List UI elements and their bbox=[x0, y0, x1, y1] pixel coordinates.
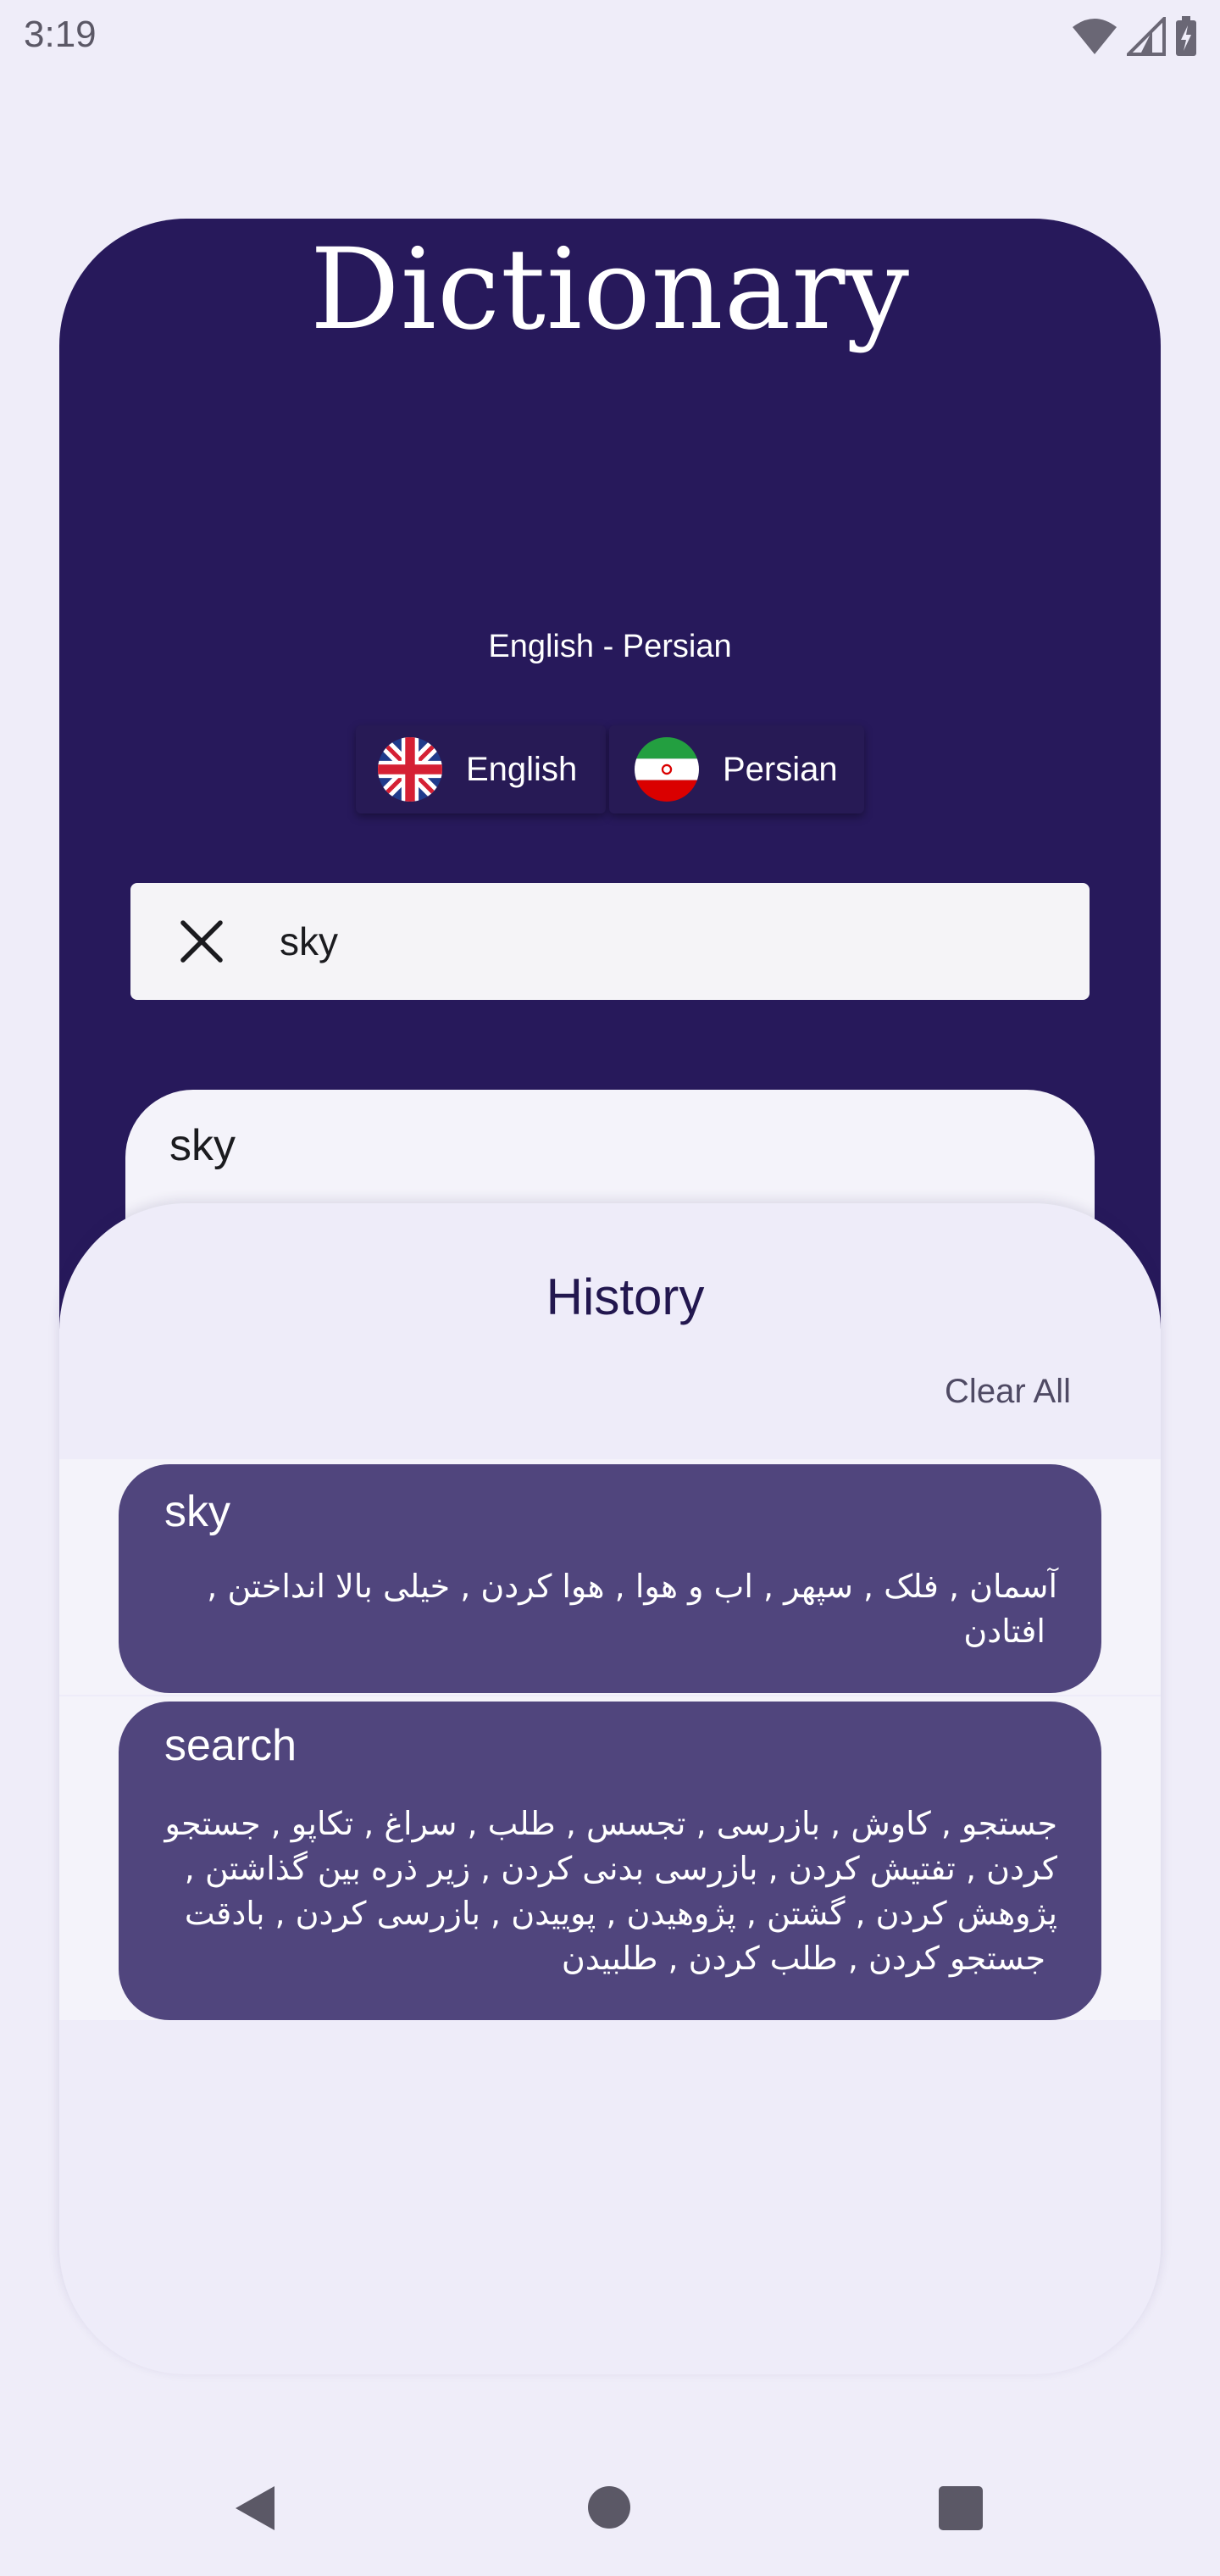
definition-line: کردن , تفتیش کردن , بازرسی بدنی کردن , ز… bbox=[184, 1850, 1057, 1887]
navigation-bar bbox=[0, 2457, 1220, 2576]
search-input[interactable] bbox=[278, 918, 1044, 965]
definition-line: جستجو کردن , طلب کردن , طلبیدن bbox=[561, 1940, 1045, 1977]
wifi-icon bbox=[1073, 19, 1117, 54]
history-item-sky[interactable]: sky آسمان , فلک , سپهر , اب و هوا , هوا … bbox=[119, 1464, 1101, 1693]
app-subtitle: English - Persian bbox=[488, 629, 732, 664]
close-icon[interactable] bbox=[178, 918, 225, 965]
cellular-signal-icon bbox=[1127, 17, 1166, 56]
battery-charging-icon bbox=[1176, 16, 1196, 56]
clear-all-button[interactable]: Clear All bbox=[945, 1373, 1071, 1411]
history-title: History bbox=[546, 1269, 705, 1325]
definition-line: آسمان , فلک , سپهر , اب و هوا , هوا کردن… bbox=[207, 1568, 1057, 1605]
home-icon[interactable] bbox=[586, 2484, 632, 2530]
english-language-label: English bbox=[466, 750, 578, 788]
language-toggle: English Persian bbox=[356, 725, 864, 813]
recents-icon[interactable] bbox=[937, 2484, 984, 2532]
definition-line: پژوهش کردن , گشتن , پژوهیدن , پوییدن , ب… bbox=[184, 1895, 1057, 1932]
english-language-button[interactable]: English bbox=[356, 725, 606, 813]
result-word: sky bbox=[169, 1121, 236, 1170]
status-bar: 3:19 bbox=[0, 0, 1220, 73]
definition-line: جستجو , کاوش , بازرسی , تجسس , طلب , سرا… bbox=[164, 1805, 1057, 1842]
definition-line: افتادن bbox=[963, 1613, 1045, 1650]
history-item-definition: جستجو , کاوش , بازرسی , تجسس , طلب , سرا… bbox=[165, 1802, 1057, 1981]
status-time: 3:19 bbox=[24, 14, 97, 55]
iran-flag-icon bbox=[635, 737, 699, 802]
history-item-word: sky bbox=[164, 1487, 230, 1536]
app-title: Dictionary bbox=[309, 225, 911, 355]
uk-flag-icon bbox=[378, 737, 442, 802]
history-item-definition: آسمان , فلک , سپهر , اب و هوا , هوا کردن… bbox=[207, 1564, 1057, 1654]
persian-language-button[interactable]: Persian bbox=[609, 725, 864, 813]
search-box bbox=[130, 883, 1090, 1000]
history-item-word: search bbox=[164, 1721, 297, 1770]
status-icons bbox=[1071, 15, 1198, 58]
history-item-search[interactable]: search جستجو , کاوش , بازرسی , تجسس , طل… bbox=[119, 1702, 1101, 2020]
back-icon[interactable] bbox=[232, 2483, 280, 2534]
persian-language-label: Persian bbox=[723, 750, 838, 788]
